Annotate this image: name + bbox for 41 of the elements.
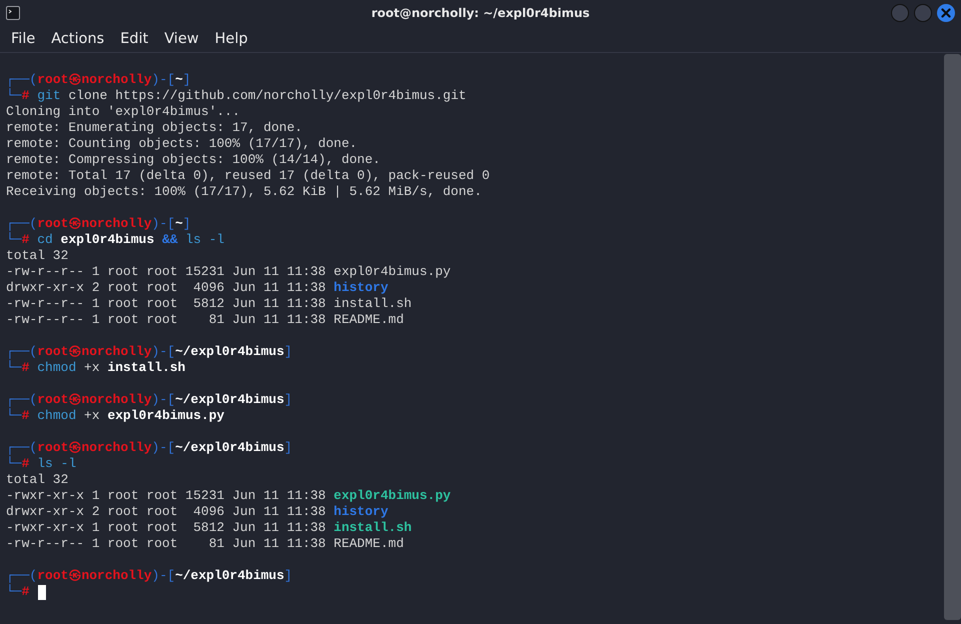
- output-line: drwxr-xr-x 2 root root 4096 Jun 11 11:38 history: [6, 280, 388, 296]
- prompt-line: ┌──(root㉿norcholly)-[~/expl0r4bimus]: [6, 440, 292, 456]
- prompt-line: ┌──(root㉿norcholly)-[~]: [6, 72, 191, 88]
- close-icon: [941, 8, 951, 18]
- close-button[interactable]: [937, 4, 955, 22]
- output-line: -rw-r--r-- 1 root root 81 Jun 11 11:38 README.md: [6, 536, 404, 552]
- output-line: -rw-r--r-- 1 root root 15231 Jun 11 11:38 expl0r4bimus.py: [6, 264, 451, 280]
- text-cursor: [38, 584, 46, 600]
- output-line: Receiving objects: 100% (17/17), 5.62 KiB | 5.62 MiB/s, done.: [6, 184, 482, 200]
- window-title: root@norcholly: ~/expl0r4bimus: [371, 6, 590, 20]
- output-line: remote: Compressing objects: 100% (14/14), done.: [6, 152, 380, 168]
- menu-item[interactable]: Edit: [112, 29, 156, 49]
- output-line: remote: Enumerating objects: 17, done.: [6, 120, 302, 136]
- menu-item[interactable]: View: [156, 29, 207, 49]
- terminal-icon: [6, 6, 20, 20]
- menu-item[interactable]: File: [3, 29, 44, 49]
- command-line: └─# chmod +x install.sh: [6, 360, 186, 376]
- maximize-button[interactable]: [914, 4, 932, 22]
- output-line: -rwxr-xr-x 1 root root 5812 Jun 11 11:38 install.sh: [6, 520, 412, 536]
- command-line: └─# ls -l: [6, 456, 76, 472]
- command-line: └─#: [6, 584, 30, 600]
- output-line: remote: Total 17 (delta 0), reused 17 (delta 0), pack-reused 0: [6, 168, 490, 184]
- command-line: └─# chmod +x expl0r4bimus.py: [6, 408, 224, 424]
- command-line: └─# cd expl0r4bimus && ls -l: [6, 232, 224, 248]
- prompt-line: ┌──(root㉿norcholly)-[~/expl0r4bimus]: [6, 568, 292, 584]
- prompt-line: ┌──(root㉿norcholly)-[~]: [6, 216, 191, 232]
- output-line: -rw-r--r-- 1 root root 5812 Jun 11 11:38 install.sh: [6, 296, 412, 312]
- menu-item[interactable]: Help: [206, 29, 256, 49]
- output-line: -rwxr-xr-x 1 root root 15231 Jun 11 11:38 expl0r4bimus.py: [6, 488, 451, 504]
- output-line: remote: Counting objects: 100% (17/17), done.: [6, 136, 358, 152]
- minimize-button[interactable]: [891, 4, 909, 22]
- prompt-line: ┌──(root㉿norcholly)-[~/expl0r4bimus]: [6, 392, 292, 408]
- output-line: Cloning into 'expl0r4bimus'...: [6, 104, 240, 120]
- output-line: -rw-r--r-- 1 root root 81 Jun 11 11:38 README.md: [6, 312, 404, 328]
- prompt-line: ┌──(root㉿norcholly)-[~/expl0r4bimus]: [6, 344, 292, 360]
- menu-item[interactable]: Actions: [43, 29, 112, 49]
- scrollbar[interactable]: [944, 54, 961, 620]
- output-line: drwxr-xr-x 2 root root 4096 Jun 11 11:38 history: [6, 504, 388, 520]
- output-line: total 32: [6, 248, 68, 264]
- command-line: └─# git clone https://github.com/norcholly/expl0r4bimus.git: [6, 88, 466, 104]
- output-line: total 32: [6, 472, 68, 488]
